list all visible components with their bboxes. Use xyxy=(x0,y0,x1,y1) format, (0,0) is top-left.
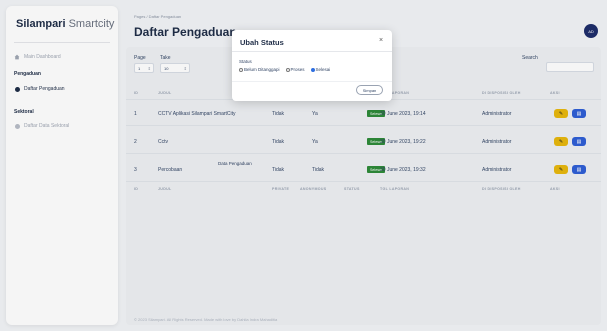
radio-label: Belum Ditanggapi xyxy=(244,67,280,72)
status-label: Status xyxy=(239,59,252,64)
radio-selesai[interactable]: Selesai xyxy=(310,67,331,72)
radio-label: Selesai xyxy=(315,67,331,72)
radio-belum-ditanggapi[interactable]: Belum Ditanggapi xyxy=(239,67,280,72)
radio-icon[interactable] xyxy=(310,67,315,72)
close-icon[interactable]: × xyxy=(379,37,383,44)
radio-label: Proses xyxy=(290,67,305,72)
divider xyxy=(232,81,392,82)
modal-title: Ubah Status xyxy=(240,38,284,47)
divider xyxy=(232,51,392,52)
radio-proses[interactable]: Proses xyxy=(285,67,305,72)
status-modal: Ubah Status × Status Belum Ditanggapi Pr… xyxy=(232,30,392,101)
radio-icon[interactable] xyxy=(239,67,243,72)
save-button[interactable]: Simpan xyxy=(356,85,383,95)
status-radio-group: Belum Ditanggapi Proses Selesai xyxy=(239,67,330,72)
radio-icon[interactable] xyxy=(285,67,290,72)
